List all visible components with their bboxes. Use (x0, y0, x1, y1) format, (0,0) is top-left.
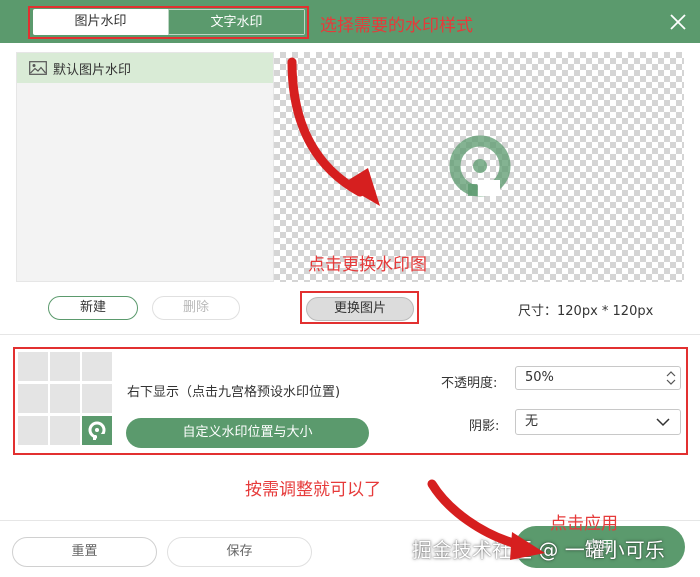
shadow-select[interactable]: 无 (515, 409, 681, 435)
site-watermark: 掘金技术社区 @ 一罐小可乐 (412, 538, 665, 562)
grid-cell-bottom-left[interactable] (18, 416, 48, 445)
watermark-logo-icon (88, 421, 106, 440)
list-item[interactable]: 默认图片水印 (17, 53, 273, 83)
custom-position-button[interactable]: 自定义水印位置与大小 (126, 418, 369, 448)
grid-cell-top-right[interactable] (82, 352, 112, 381)
grid-cell-top-left[interactable] (18, 352, 48, 381)
position-description: 右下显示（点击九宫格预设水印位置) (127, 385, 341, 400)
grid-cell-middle-right[interactable] (82, 384, 112, 413)
list-item-label: 默认图片水印 (53, 62, 132, 78)
opacity-label: 不透明度: (441, 376, 498, 391)
position-grid (18, 352, 114, 446)
shadow-value: 无 (525, 414, 539, 429)
tabs-highlight-box (28, 6, 309, 39)
close-icon[interactable] (668, 12, 688, 32)
grid-cell-middle-center[interactable] (50, 384, 80, 413)
annotation-select-type: 选择需要的水印样式 (320, 16, 473, 36)
annotation-change-image: 点击更换水印图 (308, 255, 427, 275)
watermark-logo-icon (449, 135, 511, 197)
opacity-stepper[interactable]: 50% (515, 366, 681, 390)
annotation-adjust: 按需调整就可以了 (245, 480, 381, 500)
reset-button[interactable]: 重置 (12, 537, 157, 567)
divider (0, 334, 700, 335)
image-icon (29, 61, 47, 75)
grid-cell-bottom-right[interactable] (82, 416, 112, 445)
annotation-apply: 点击应用 (550, 514, 618, 534)
save-button[interactable]: 保存 (167, 537, 312, 567)
grid-cell-bottom-center[interactable] (50, 416, 80, 445)
grid-cell-top-center[interactable] (50, 352, 80, 381)
watermark-list: 默认图片水印 (16, 52, 274, 282)
stepper-arrows-icon[interactable] (665, 369, 677, 387)
chevron-down-icon (656, 418, 670, 427)
size-label: 尺寸：120px * 120px (518, 304, 654, 319)
opacity-value: 50% (525, 370, 554, 385)
delete-button[interactable]: 删除 (152, 296, 240, 320)
new-button[interactable]: 新建 (48, 296, 138, 320)
grid-cell-middle-left[interactable] (18, 384, 48, 413)
shadow-label: 阴影: (469, 419, 500, 434)
change-image-button[interactable]: 更换图片 (306, 297, 414, 321)
